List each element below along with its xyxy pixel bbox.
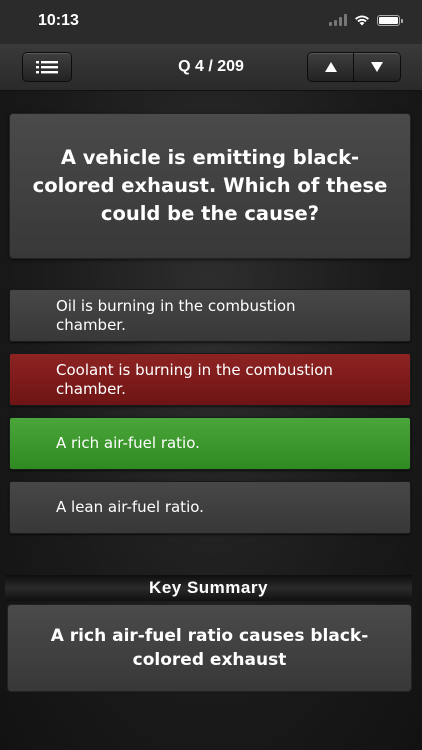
arrow-up-icon — [324, 62, 337, 72]
battery-icon — [377, 14, 403, 26]
status-time: 10:13 — [38, 12, 79, 29]
answer-option-3-correct[interactable]: A rich air-fuel ratio. — [9, 417, 411, 470]
key-summary-text: A rich air-fuel ratio causes black-color… — [50, 626, 369, 670]
status-icons — [329, 14, 403, 26]
status-bar: 10:13 — [0, 0, 422, 44]
answer-option-2-incorrect[interactable]: Coolant is burning in the combustion cha… — [9, 353, 411, 406]
answer-option-label: A rich air-fuel ratio. — [56, 434, 200, 452]
key-summary-card: A rich air-fuel ratio causes black-color… — [7, 604, 412, 692]
arrow-down-icon — [371, 62, 383, 72]
wifi-icon — [355, 15, 369, 26]
answer-option-label: A lean air-fuel ratio. — [56, 498, 204, 516]
question-text: A vehicle is emitting black-colored exha… — [32, 146, 388, 225]
answer-option-4[interactable]: A lean air-fuel ratio. — [9, 481, 411, 534]
answer-option-label: Coolant is burning in the combustion cha… — [56, 360, 333, 398]
toolbar: Q 4 / 209 — [0, 44, 422, 91]
cellular-signal-icon — [329, 14, 347, 26]
answer-option-label: Oil is burning in the combustion chamber… — [56, 296, 296, 334]
answer-option-1[interactable]: Oil is burning in the combustion chamber… — [9, 289, 411, 342]
question-card: A vehicle is emitting black-colored exha… — [9, 113, 411, 259]
key-summary-header: Key Summary — [5, 575, 412, 601]
next-question-button[interactable] — [354, 52, 401, 82]
previous-question-button[interactable] — [307, 52, 354, 82]
